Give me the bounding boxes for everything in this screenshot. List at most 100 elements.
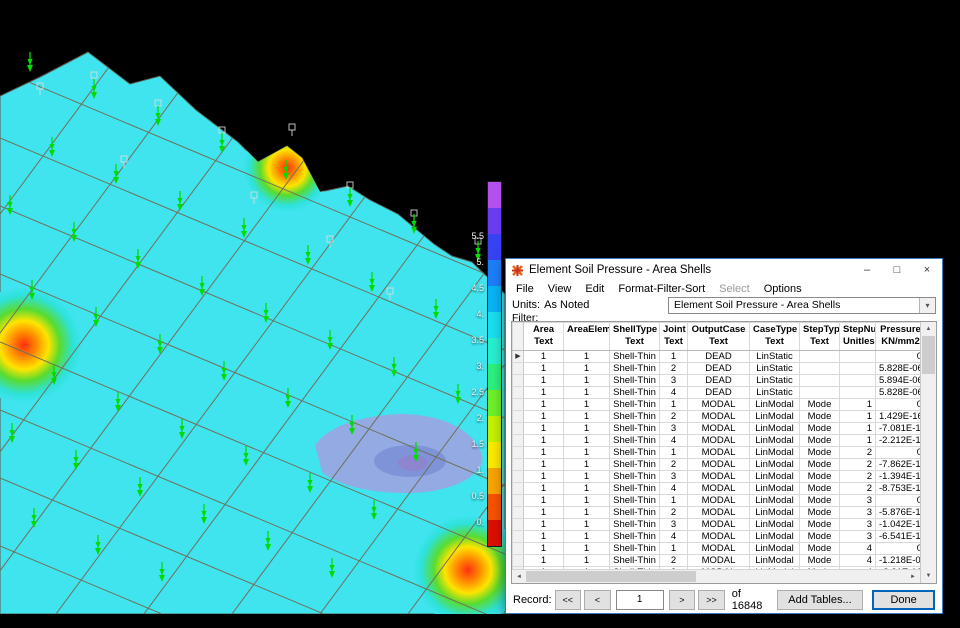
table-cell: Mode [800, 519, 840, 531]
table-cell: 1 [524, 387, 564, 399]
table-cell: Shell-Thin [610, 447, 660, 459]
table-cell: LinModal [750, 423, 800, 435]
table-cell: Mode [800, 423, 840, 435]
table-cell: 1 [564, 363, 610, 375]
row-marker [513, 507, 524, 519]
table-cell: 1 [564, 471, 610, 483]
table-cell: MODAL [688, 435, 750, 447]
table-cell: 1 [564, 519, 610, 531]
title-bar[interactable]: Element Soil Pressure - Area Shells – □ … [506, 259, 942, 281]
table-row: 11Shell-Thin2MODALLinModalMode4-1.218E-0… [513, 555, 921, 567]
table-cell: Shell-Thin [610, 459, 660, 471]
table-cell: DEAD [688, 375, 750, 387]
done-button[interactable]: Done [872, 590, 935, 610]
table-cell: 1 [524, 519, 564, 531]
table-row: 11Shell-Thin2DEADLinStatic5.828E-06 [513, 363, 921, 375]
legend-tick-label: 5.5 [452, 231, 484, 241]
menu-select[interactable]: Select [712, 282, 757, 296]
table-row: 11Shell-Thin1MODALLinModalMode30 [513, 495, 921, 507]
scroll-down-icon[interactable]: ▼ [921, 569, 936, 583]
table-cell: 1 [524, 351, 564, 363]
table-cell: MODAL [688, 459, 750, 471]
next-record-button[interactable]: > [669, 590, 696, 610]
table-cell [800, 363, 840, 375]
table-cell: 4 [660, 435, 688, 447]
menu-file[interactable]: File [509, 282, 541, 296]
table-cell: 1 [564, 435, 610, 447]
table-cell: LinModal [750, 531, 800, 543]
table-cell: 1 [564, 351, 610, 363]
row-marker [513, 423, 524, 435]
units-row: Units: As Noted Element Soil Pressure - … [506, 296, 942, 314]
contour-legend: 5.55.4.54.3.53.2.52.1.51.0.50. [452, 182, 504, 554]
legend-tick-label: 0.5 [452, 491, 484, 501]
table-cell: Mode [800, 459, 840, 471]
menu-options[interactable]: Options [757, 282, 809, 296]
row-marker [513, 387, 524, 399]
legend-tick-label: 4. [452, 309, 484, 319]
table-cell: -6.541E-11 [876, 531, 921, 543]
table-selector-dropdown[interactable]: Element Soil Pressure - Area Shells ▾ [668, 297, 936, 314]
table-cell [840, 363, 876, 375]
table-cell: 1 [524, 495, 564, 507]
first-record-button[interactable]: << [555, 590, 582, 610]
record-bar: Record: << < > >> of 16848 Add Tables...… [506, 586, 942, 613]
table-cell: 0 [876, 543, 921, 555]
row-marker-header [513, 323, 524, 351]
table-cell: 1 [660, 543, 688, 555]
minimize-icon[interactable]: – [852, 259, 882, 281]
row-marker [513, 555, 524, 567]
table-cell [800, 351, 840, 363]
add-tables-button[interactable]: Add Tables... [777, 590, 863, 610]
table-cell: 2 [840, 459, 876, 471]
scroll-up-icon[interactable]: ▲ [921, 322, 936, 336]
table-cell: LinStatic [750, 387, 800, 399]
table-cell: LinModal [750, 411, 800, 423]
column-header: PressureKN/mm2 [876, 323, 921, 351]
table-cell: 1 [564, 423, 610, 435]
table-row: 11Shell-Thin3MODALLinModalMode3-1.042E-1… [513, 519, 921, 531]
prev-record-button[interactable]: < [584, 590, 611, 610]
last-record-button[interactable]: >> [698, 590, 725, 610]
table-cell: Mode [800, 447, 840, 459]
table-cell: 1 [524, 507, 564, 519]
menu-edit[interactable]: Edit [578, 282, 611, 296]
column-header: AreaText [524, 323, 564, 351]
column-header: OutputCaseText [688, 323, 750, 351]
table-cell: 4 [660, 483, 688, 495]
scroll-right-icon[interactable]: ► [906, 570, 920, 583]
table-cell: Shell-Thin [610, 555, 660, 567]
table-cell: 1 [660, 447, 688, 459]
table-cell: 1 [840, 411, 876, 423]
horizontal-scrollbar[interactable]: ◄ ► [512, 569, 920, 583]
table-cell: Shell-Thin [610, 387, 660, 399]
table-cell: -1.042E-10 [876, 519, 921, 531]
vertical-scrollbar[interactable]: ▲ ▼ [920, 322, 936, 583]
table-cell: 1 [564, 531, 610, 543]
table-cell: Shell-Thin [610, 471, 660, 483]
vertical-scroll-thumb[interactable] [922, 336, 935, 374]
table-row: 11Shell-Thin3DEADLinStatic5.894E-06 [513, 375, 921, 387]
close-icon[interactable]: × [912, 259, 942, 281]
table-cell: 5.828E-06 [876, 363, 921, 375]
horizontal-scroll-thumb[interactable] [526, 571, 696, 582]
scroll-left-icon[interactable]: ◄ [512, 570, 526, 583]
legend-tick-label: 3.5 [452, 335, 484, 345]
table-row: 11Shell-Thin2MODALLinModalMode3-5.876E-1… [513, 507, 921, 519]
table-row: 11Shell-Thin1MODALLinModalMode10 [513, 399, 921, 411]
menu-format-filter-sort[interactable]: Format-Filter-Sort [611, 282, 712, 296]
table-row: 11Shell-Thin4MODALLinModalMode1-2.212E-1… [513, 435, 921, 447]
table-row: 11Shell-Thin1MODALLinModalMode20 [513, 447, 921, 459]
menu-view[interactable]: View [541, 282, 579, 296]
table-cell: 2 [660, 507, 688, 519]
table-cell: MODAL [688, 399, 750, 411]
legend-bar [488, 182, 501, 546]
legend-color-segment [488, 468, 501, 494]
table-cell: Mode [800, 555, 840, 567]
table-cell: 3 [660, 375, 688, 387]
legend-color-segment [488, 234, 501, 260]
units-value: As Noted [544, 299, 589, 311]
maximize-icon[interactable]: □ [882, 259, 912, 281]
record-number-input[interactable] [616, 590, 664, 610]
table-cell: 3 [840, 519, 876, 531]
